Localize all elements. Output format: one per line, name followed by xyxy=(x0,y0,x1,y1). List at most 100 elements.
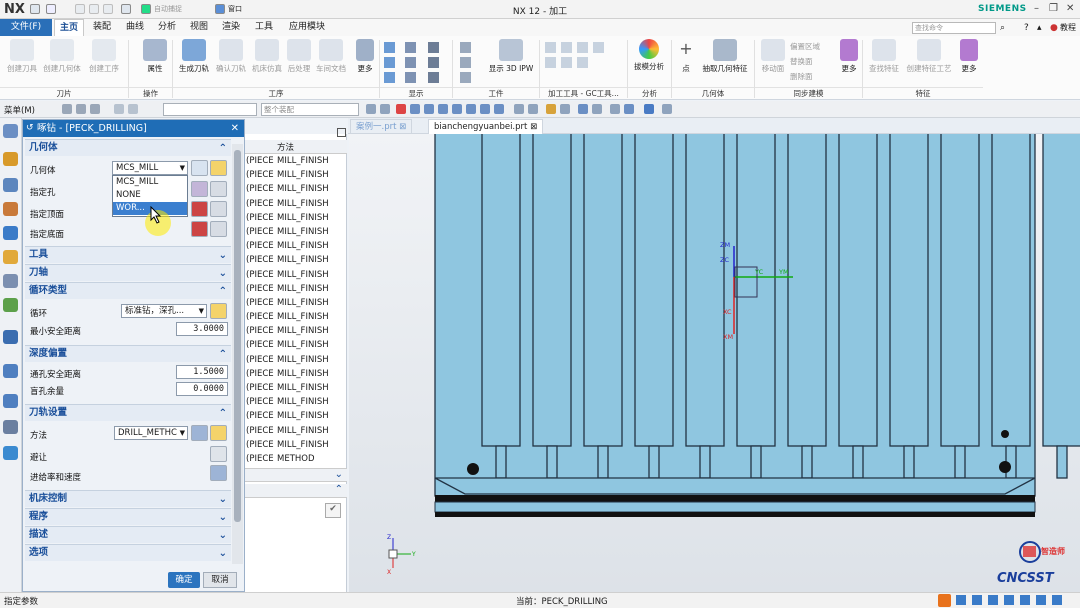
table-row[interactable]: (PIECE MILL_FINISH xyxy=(245,154,347,168)
part-fin[interactable] xyxy=(532,134,572,447)
part-fin[interactable] xyxy=(634,134,674,447)
shop-doc-button[interactable]: 车间文档 xyxy=(314,39,348,74)
tab-doc-case1[interactable]: 案例一.prt ⊠ xyxy=(350,119,413,134)
toolbar-icon[interactable] xyxy=(514,104,524,114)
table-row[interactable]: (PIECE MILL_FINISH xyxy=(245,211,347,225)
mounting-hole[interactable] xyxy=(467,463,479,475)
toolbar-icon[interactable] xyxy=(494,104,504,114)
part-fin[interactable] xyxy=(685,134,725,447)
toolbar-icon[interactable] xyxy=(610,104,620,114)
section-path-settings[interactable]: 刀轨设置 ⌃ xyxy=(25,404,231,421)
specify-holes-icon[interactable] xyxy=(191,181,208,197)
display-icon[interactable] xyxy=(405,72,416,83)
table-row[interactable]: (PIECE MILL_FINISH xyxy=(245,225,347,239)
tab-assembly[interactable]: 装配 xyxy=(87,19,117,36)
table-row[interactable]: (PIECE MILL_FINISH xyxy=(245,268,347,282)
table-row[interactable]: (PIECE MILL_FINISH xyxy=(245,282,347,296)
part-fin[interactable] xyxy=(889,134,929,447)
table-row[interactable]: (PIECE MILL_FINISH xyxy=(245,310,347,324)
close-icon[interactable]: ✕ xyxy=(231,120,239,137)
through-hole-input[interactable]: 1.5000 xyxy=(176,365,228,379)
tray-icon[interactable] xyxy=(1020,595,1030,605)
edit-wrench-icon[interactable] xyxy=(210,425,227,441)
flashlight-icon[interactable] xyxy=(210,221,227,237)
table-row[interactable]: (PIECE MILL_FINISH xyxy=(245,438,347,452)
section-tool[interactable]: 工具 ⌄ xyxy=(25,246,231,263)
blind-hole-input[interactable]: 0.0000 xyxy=(176,382,228,396)
workpiece-icon[interactable] xyxy=(460,42,471,53)
ok-button[interactable]: 确定 xyxy=(168,572,200,588)
part-fin[interactable] xyxy=(991,134,1031,447)
minimize-icon[interactable]: – xyxy=(1034,3,1039,14)
web-browser-icon[interactable] xyxy=(3,330,18,344)
toolbar-icon[interactable] xyxy=(480,104,490,114)
toolbar-icon[interactable] xyxy=(380,104,390,114)
toolbar-icon[interactable] xyxy=(560,104,570,114)
table-row[interactable]: (PIECE MILL_FINISH xyxy=(245,353,347,367)
part-fin[interactable] xyxy=(1042,134,1080,447)
display-icon[interactable] xyxy=(384,57,395,68)
table-row[interactable]: (PIECE MILL_FINISH xyxy=(245,239,347,253)
toolbar-icon[interactable] xyxy=(62,104,72,114)
display-icon[interactable] xyxy=(405,57,416,68)
move-face-button[interactable]: 移动面 xyxy=(760,39,786,74)
table-row[interactable]: (PIECE MILL_FINISH xyxy=(245,338,347,352)
tray-icon[interactable] xyxy=(1004,595,1014,605)
section-depth-offset[interactable]: 深度偏置 ⌃ xyxy=(25,345,231,362)
table-row[interactable]: (PIECE MILL_FINISH xyxy=(245,253,347,267)
table-row[interactable]: (PIECE MILL_FINISH xyxy=(245,381,347,395)
tab-file[interactable]: 文件(F) xyxy=(0,19,52,36)
part-fin[interactable] xyxy=(583,134,623,447)
part-fin[interactable] xyxy=(481,134,521,447)
verify-toolpath-button[interactable]: 确认刀轨 xyxy=(214,39,248,74)
specify-bottom-icon[interactable] xyxy=(191,221,208,237)
section-geometry[interactable]: 几何体 ⌃ xyxy=(25,139,231,156)
column-header-method[interactable]: 方法 xyxy=(277,141,294,153)
toolbar-icon[interactable] xyxy=(528,104,538,114)
draft-analysis-button[interactable]: 拔模分析 xyxy=(630,39,668,72)
toolbar-icon[interactable] xyxy=(128,104,138,114)
navigator-icon[interactable] xyxy=(3,152,18,166)
tray-icon[interactable] xyxy=(988,595,998,605)
graphics-window[interactable]: ZM ZC YC YM XC XM Z Y X 智造师 CNCSST xyxy=(349,134,1080,592)
find-feature-button[interactable]: 查找特征 xyxy=(866,39,902,74)
toolbar-icon[interactable] xyxy=(410,104,420,114)
navigator-restore-icon[interactable] xyxy=(337,128,346,137)
method-select[interactable]: DRILL_METHC ▼ xyxy=(114,426,188,440)
table-row[interactable]: (PIECE MILL_FINISH xyxy=(245,197,347,211)
machine-navigator-icon[interactable] xyxy=(3,250,18,264)
properties-button[interactable]: 属性 xyxy=(140,39,170,74)
ribbon-toggle-icon[interactable]: ▴ xyxy=(1037,23,1042,33)
more-button[interactable]: 更多 xyxy=(354,39,376,74)
tab-applications[interactable]: 应用模块 xyxy=(283,19,331,36)
postprocess-button[interactable]: 后处理 xyxy=(286,39,312,74)
toolbar-icon[interactable] xyxy=(452,104,462,114)
hd3d-icon[interactable] xyxy=(3,298,18,312)
gc-tools-icons[interactable] xyxy=(545,42,625,53)
geometry-select[interactable]: MCS_MILL ▼ xyxy=(112,161,188,175)
machine-sim-button[interactable]: 机床仿真 xyxy=(250,39,284,74)
part-fin[interactable] xyxy=(787,134,827,447)
part-fin[interactable] xyxy=(838,134,878,447)
dropdown-option-mcs-mill[interactable]: MCS_MILL xyxy=(113,176,187,189)
avoid-icon[interactable] xyxy=(210,446,227,462)
toolbar-icon[interactable] xyxy=(114,104,124,114)
settings-icon[interactable] xyxy=(3,124,18,138)
toolbar-icon[interactable] xyxy=(366,104,376,114)
table-row[interactable]: (PIECE MILL_FINISH xyxy=(245,367,347,381)
close-tab-icon[interactable]: ⊠ xyxy=(530,122,537,132)
command-search-input[interactable]: 查找命令 xyxy=(912,22,996,34)
table-row[interactable]: (PIECE MILL_FINISH xyxy=(245,168,347,182)
close-tab-icon[interactable]: ⊠ xyxy=(399,122,406,132)
table-row[interactable]: (PIECE METHOD xyxy=(245,452,347,466)
part-model[interactable]: ZM ZC YC YM XC XM Z Y X 智造师 CNCSST xyxy=(349,134,1080,592)
new-method-icon[interactable] xyxy=(191,425,208,441)
scrollbar-thumb[interactable] xyxy=(234,150,241,522)
point-button[interactable]: + 点 xyxy=(676,39,696,74)
restore-icon[interactable]: ❐ xyxy=(1049,3,1058,14)
workpiece-icon[interactable] xyxy=(460,57,471,68)
tab-render[interactable]: 渲染 xyxy=(216,19,246,36)
process-studio-icon[interactable] xyxy=(3,420,18,434)
table-row[interactable]: (PIECE MILL_FINISH xyxy=(245,424,347,438)
section-options[interactable]: 选项 ⌄ xyxy=(25,544,231,561)
